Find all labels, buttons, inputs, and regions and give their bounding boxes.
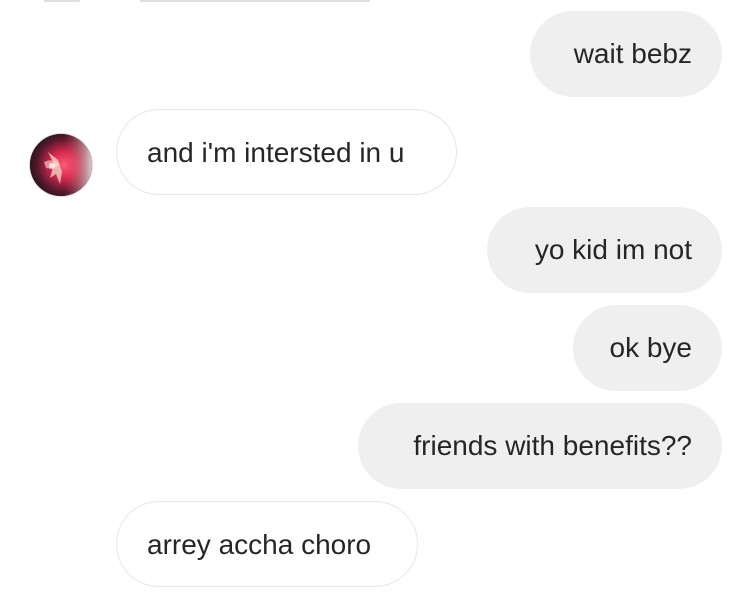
chat-thread: wait bebz and i'm intersted in u yo kid … <box>0 0 750 592</box>
contact-avatar[interactable] <box>30 134 92 196</box>
message-bubble-sent[interactable]: ok bye <box>573 305 722 391</box>
message-text: ok bye <box>609 332 693 363</box>
cropped-bubble-edge <box>140 0 370 2</box>
message-bubble-received[interactable]: arrey accha choro <box>116 501 418 587</box>
message-text: friends with benefits?? <box>413 430 692 461</box>
message-text: arrey accha choro <box>147 529 372 560</box>
message-bubble-sent[interactable]: wait bebz <box>530 11 722 97</box>
cropped-avatar-edge <box>44 0 80 2</box>
message-bubble-received[interactable]: and i'm intersted in u <box>116 109 457 195</box>
avatar-image <box>30 134 92 196</box>
message-text: and i'm intersted in u <box>147 137 405 168</box>
message-bubble-sent[interactable]: friends with benefits?? <box>358 403 722 489</box>
message-text: wait bebz <box>573 38 692 69</box>
message-text: yo kid im not <box>534 234 692 265</box>
message-bubble-sent[interactable]: yo kid im not <box>487 207 722 293</box>
